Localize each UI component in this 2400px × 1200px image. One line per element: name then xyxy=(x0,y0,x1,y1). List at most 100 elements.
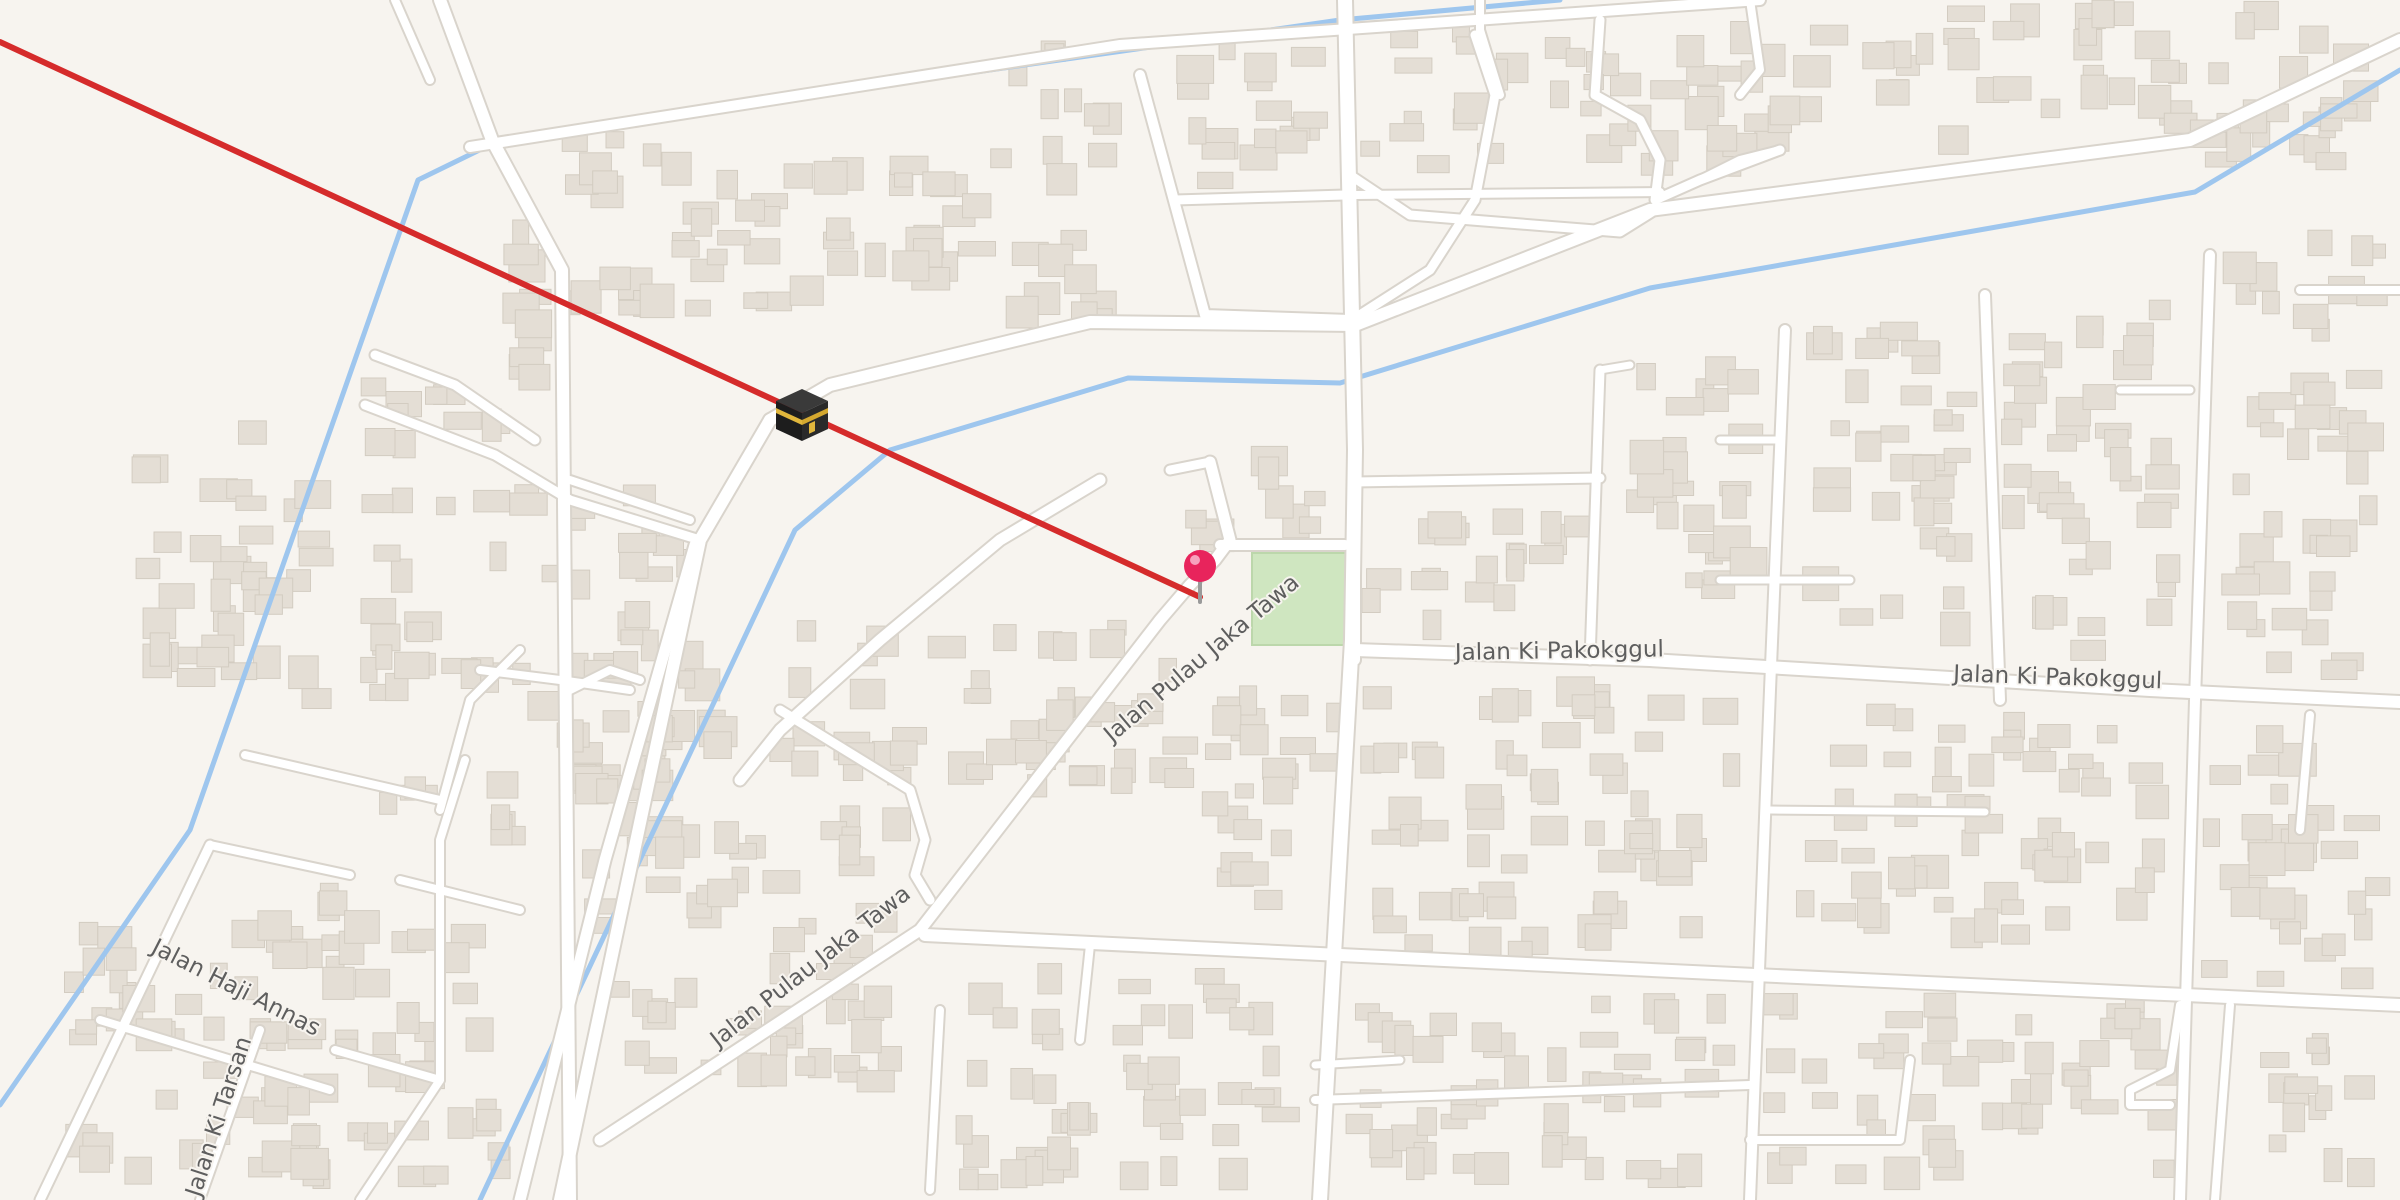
building xyxy=(1809,24,1849,46)
building xyxy=(1706,993,1726,1024)
building xyxy=(1033,1074,1057,1104)
building xyxy=(762,870,801,894)
building xyxy=(2282,1102,2306,1133)
building xyxy=(392,430,416,459)
building xyxy=(1530,768,1559,803)
building xyxy=(1593,706,1615,734)
building xyxy=(1968,753,1995,787)
building xyxy=(1529,545,1564,565)
building xyxy=(1923,992,1957,1018)
building xyxy=(1845,369,1869,404)
building xyxy=(2021,1103,2044,1129)
building xyxy=(2202,818,2221,848)
building xyxy=(647,1000,667,1024)
building xyxy=(1540,511,1562,544)
building xyxy=(2091,0,2115,29)
building xyxy=(889,740,918,766)
building xyxy=(791,750,819,777)
building xyxy=(813,160,848,195)
building xyxy=(856,1070,895,1093)
building xyxy=(1888,856,1916,890)
building xyxy=(2157,580,2177,598)
building xyxy=(1933,409,1953,426)
building xyxy=(394,651,430,680)
building xyxy=(1188,117,1207,145)
building xyxy=(624,1040,650,1066)
building xyxy=(375,644,393,670)
building xyxy=(716,169,738,200)
building xyxy=(690,208,713,237)
building xyxy=(2001,899,2024,915)
building xyxy=(360,598,397,624)
building xyxy=(491,804,511,831)
building xyxy=(1821,903,1857,922)
building xyxy=(423,1165,449,1185)
building xyxy=(655,836,685,869)
building xyxy=(1829,744,1868,767)
building xyxy=(1212,1124,1240,1147)
building xyxy=(1565,47,1586,67)
building xyxy=(514,309,553,339)
building xyxy=(2351,235,2374,267)
building xyxy=(1866,1119,1887,1137)
building xyxy=(1851,871,1882,899)
building xyxy=(2347,422,2385,452)
building xyxy=(2315,152,2347,171)
building xyxy=(838,834,861,866)
building xyxy=(1140,1004,1166,1027)
building xyxy=(297,530,331,548)
building xyxy=(1530,815,1569,846)
building xyxy=(2323,1148,2343,1183)
building xyxy=(1262,1045,1280,1077)
building xyxy=(364,428,396,457)
building xyxy=(476,1108,502,1132)
building xyxy=(1474,1152,1510,1185)
building xyxy=(2256,725,2284,754)
building xyxy=(1234,783,1254,799)
building xyxy=(1683,504,1715,533)
building xyxy=(1933,896,1954,913)
building xyxy=(301,688,332,709)
building xyxy=(2096,725,2118,744)
building xyxy=(367,1122,389,1144)
building xyxy=(1992,20,2025,41)
building xyxy=(1625,1160,1662,1180)
building xyxy=(1702,697,1739,725)
building xyxy=(1763,993,1794,1016)
building xyxy=(2347,890,2367,915)
building xyxy=(2208,62,2229,85)
building xyxy=(1589,753,1624,776)
map-view[interactable]: Jalan Pulau Jaka Tawa Jalan Pulau Jaka T… xyxy=(0,0,2400,1200)
building xyxy=(1500,854,1528,874)
building xyxy=(1493,584,1516,612)
building xyxy=(2058,768,2080,793)
building xyxy=(2345,369,2383,389)
building xyxy=(1492,508,1524,535)
building xyxy=(1229,1007,1255,1031)
building xyxy=(2303,381,2336,406)
building xyxy=(2001,495,2025,530)
building xyxy=(1465,784,1502,810)
building xyxy=(605,131,625,149)
building xyxy=(955,1115,973,1145)
building xyxy=(2150,437,2172,466)
building xyxy=(1418,891,1452,921)
building xyxy=(509,492,548,516)
building xyxy=(1543,1103,1569,1134)
building xyxy=(391,487,413,514)
building xyxy=(175,993,203,1015)
building xyxy=(1866,703,1896,727)
building xyxy=(75,1019,98,1035)
building xyxy=(2082,384,2116,411)
building xyxy=(1653,999,1680,1034)
building xyxy=(1257,456,1280,490)
map-canvas[interactable]: Jalan Pulau Jaka Tawa Jalan Pulau Jaka T… xyxy=(0,0,2400,1200)
building xyxy=(1218,42,1236,61)
building xyxy=(2077,617,2106,636)
building xyxy=(1857,896,1882,929)
building xyxy=(1550,80,1569,109)
building xyxy=(602,710,630,733)
building xyxy=(1685,572,1703,589)
building xyxy=(1293,111,1328,129)
building xyxy=(1422,609,1442,641)
